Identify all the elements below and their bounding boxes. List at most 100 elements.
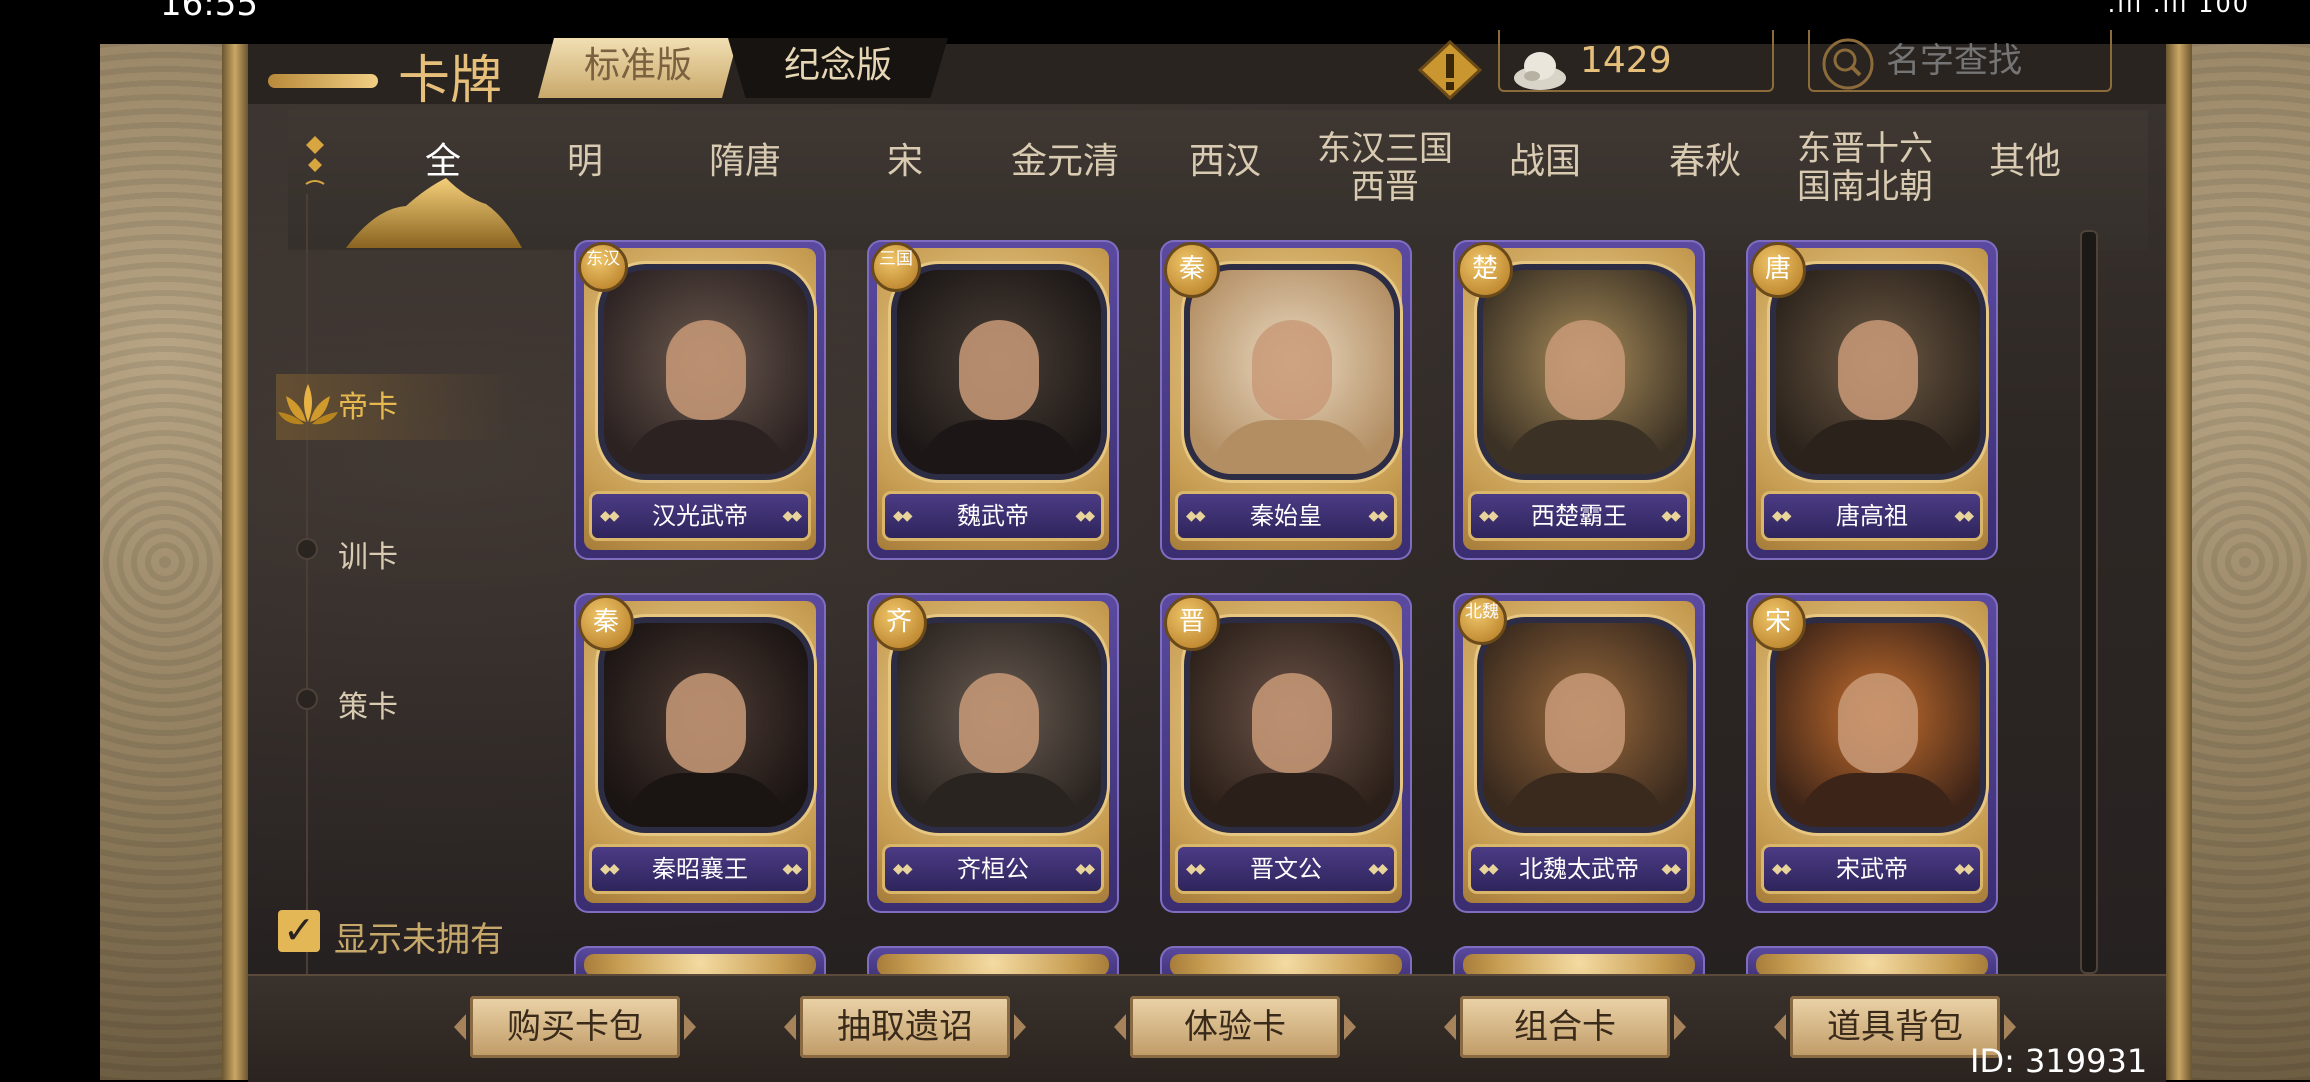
show-unowned-checkbox[interactable]: ✓ bbox=[278, 910, 320, 952]
portrait-face-icon bbox=[666, 320, 746, 420]
plate-ornament-icon: ◆◆ bbox=[600, 861, 619, 877]
card-name-plate: ◆◆ 秦昭襄王 ◆◆ bbox=[592, 847, 808, 891]
plate-ornament-icon: ◆◆ bbox=[1186, 508, 1205, 524]
alert-icon[interactable] bbox=[1418, 40, 1482, 100]
side-nav-line bbox=[306, 194, 308, 994]
portrait-face-icon bbox=[1838, 673, 1918, 773]
card-portrait bbox=[1770, 264, 1986, 480]
tab-western-han[interactable]: 西汉 bbox=[1150, 142, 1300, 182]
card-portrait bbox=[1184, 617, 1400, 833]
dynasty-badge: 楚 bbox=[1457, 242, 1513, 298]
page-title: 卡牌 bbox=[398, 51, 503, 111]
plate-ornament-icon: ◆◆ bbox=[1772, 861, 1791, 877]
item-bag-button[interactable]: 道具背包 bbox=[1774, 996, 2016, 1058]
card-name: 唐高祖 bbox=[1836, 502, 1908, 530]
emperor-card[interactable]: 秦 ◆◆ 秦始皇 ◆◆ bbox=[1160, 240, 1412, 560]
tab-song[interactable]: 宋 bbox=[830, 142, 980, 182]
card-name: 秦始皇 bbox=[1250, 502, 1322, 530]
trial-card-button[interactable]: 体验卡 bbox=[1114, 996, 1356, 1058]
card-portrait bbox=[891, 264, 1107, 480]
plate-ornament-icon: ◆◆ bbox=[1479, 508, 1498, 524]
portrait-body-icon bbox=[1503, 420, 1667, 474]
emperor-card[interactable]: 齐 ◆◆ 齐桓公 ◆◆ bbox=[867, 593, 1119, 913]
side-nav-strategy-cards[interactable]: 策卡 bbox=[338, 682, 398, 726]
emperor-card[interactable]: 东汉 ◆◆ 汉光武帝 ◆◆ bbox=[574, 240, 826, 560]
plate-ornament-icon: ◆◆ bbox=[1075, 508, 1094, 524]
card-name: 北魏太武帝 bbox=[1519, 855, 1639, 883]
diamond-ornament-icon bbox=[305, 136, 325, 185]
tab-all[interactable]: 全 bbox=[368, 142, 518, 182]
card-frame bbox=[1170, 954, 1402, 976]
tab-jin-yuan-qing[interactable]: 金元清 bbox=[990, 142, 1140, 182]
plate-ornament-icon: ◆◆ bbox=[1954, 508, 1973, 524]
tab-standard-edition[interactable]: 标准版 bbox=[538, 38, 738, 98]
emperor-card[interactable]: 秦 ◆◆ 秦昭襄王 ◆◆ bbox=[574, 593, 826, 913]
card-portrait bbox=[598, 264, 814, 480]
card-name: 西楚霸王 bbox=[1531, 502, 1627, 530]
combo-card-button[interactable]: 组合卡 bbox=[1444, 996, 1686, 1058]
dynasty-badge: 唐 bbox=[1750, 242, 1806, 298]
card-name-plate: ◆◆ 北魏太武帝 ◆◆ bbox=[1471, 847, 1687, 891]
portrait-face-icon bbox=[1838, 320, 1918, 420]
plate-ornament-icon: ◆◆ bbox=[600, 508, 619, 524]
portrait-body-icon bbox=[1796, 420, 1960, 474]
tab-spring-autumn[interactable]: 春秋 bbox=[1630, 142, 1780, 182]
emperor-card[interactable]: 楚 ◆◆ 西楚霸王 ◆◆ bbox=[1453, 240, 1705, 560]
plate-ornament-icon: ◆◆ bbox=[1186, 861, 1205, 877]
portrait-face-icon bbox=[1252, 673, 1332, 773]
plate-ornament-icon: ◆◆ bbox=[782, 861, 801, 877]
tab-eastern-jin-southern-northern[interactable]: 东晋十六 国南北朝 bbox=[1790, 130, 1940, 206]
portrait-body-icon bbox=[624, 420, 788, 474]
card-frame bbox=[877, 954, 1109, 976]
dynasty-badge: 秦 bbox=[1164, 242, 1220, 298]
card-name-plate: ◆◆ 唐高祖 ◆◆ bbox=[1764, 494, 1980, 538]
draw-edict-button[interactable]: 抽取遗诏 bbox=[784, 996, 1026, 1058]
tab-sui-tang[interactable]: 隋唐 bbox=[670, 142, 820, 182]
emperor-card[interactable]: 晋 ◆◆ 晋文公 ◆◆ bbox=[1160, 593, 1412, 913]
right-decorative-frame bbox=[2180, 44, 2310, 1080]
dynasty-badge: 东汉 bbox=[578, 242, 628, 292]
portrait-face-icon bbox=[1545, 673, 1625, 773]
card-name: 魏武帝 bbox=[957, 502, 1029, 530]
card-grid-scrollbar[interactable] bbox=[2080, 230, 2098, 974]
emperor-card[interactable]: 宋 ◆◆ 宋武帝 ◆◆ bbox=[1746, 593, 1998, 913]
portrait-body-icon bbox=[917, 773, 1081, 827]
plate-ornament-icon: ◆◆ bbox=[1954, 861, 1973, 877]
side-nav-emperor-cards[interactable]: 帝卡 bbox=[338, 382, 398, 426]
search-input[interactable] bbox=[1884, 40, 2098, 82]
emperor-card[interactable]: 北魏 ◆◆ 北魏太武帝 ◆◆ bbox=[1453, 593, 1705, 913]
portrait-face-icon bbox=[1545, 320, 1625, 420]
tab-memorial-edition[interactable]: 纪念版 bbox=[728, 38, 948, 98]
tab-ming[interactable]: 明 bbox=[510, 142, 660, 182]
card-name: 晋文公 bbox=[1250, 855, 1322, 883]
user-id: ID: 319931 bbox=[1970, 1042, 2148, 1080]
tab-warring-states[interactable]: 战国 bbox=[1470, 142, 1620, 182]
card-portrait bbox=[598, 617, 814, 833]
emperor-card[interactable]: 三国 ◆◆ 魏武帝 ◆◆ bbox=[867, 240, 1119, 560]
card-name-plate: ◆◆ 秦始皇 ◆◆ bbox=[1178, 494, 1394, 538]
portrait-body-icon bbox=[1210, 773, 1374, 827]
tab-other[interactable]: 其他 bbox=[1950, 142, 2100, 182]
search-icon[interactable] bbox=[1820, 36, 1876, 92]
plate-ornament-icon: ◆◆ bbox=[782, 508, 801, 524]
portrait-body-icon bbox=[1796, 773, 1960, 827]
card-name-plate: ◆◆ 晋文公 ◆◆ bbox=[1178, 847, 1394, 891]
card-name-plate: ◆◆ 汉光武帝 ◆◆ bbox=[592, 494, 808, 538]
lotus-icon bbox=[278, 384, 338, 425]
portrait-body-icon bbox=[917, 420, 1081, 474]
tab-eastern-han-three-kingdoms[interactable]: 东汉三国 西晋 bbox=[1310, 130, 1460, 206]
side-nav-training-cards[interactable]: 训卡 bbox=[338, 532, 398, 576]
plate-ornament-icon: ◆◆ bbox=[1772, 508, 1791, 524]
plate-ornament-icon: ◆◆ bbox=[1075, 861, 1094, 877]
emperor-card[interactable]: 唐 ◆◆ 唐高祖 ◆◆ bbox=[1746, 240, 1998, 560]
buy-card-pack-button[interactable]: 购买卡包 bbox=[454, 996, 696, 1058]
card-frame bbox=[1756, 954, 1988, 976]
back-arrow-icon[interactable] bbox=[268, 74, 378, 88]
dynasty-badge: 三国 bbox=[871, 242, 921, 292]
card-name-plate: ◆◆ 宋武帝 ◆◆ bbox=[1764, 847, 1980, 891]
portrait-face-icon bbox=[1252, 320, 1332, 420]
side-nav-dot bbox=[296, 538, 318, 560]
card-portrait bbox=[891, 617, 1107, 833]
status-time: 16:55 bbox=[160, 0, 258, 24]
portrait-body-icon bbox=[624, 773, 788, 827]
